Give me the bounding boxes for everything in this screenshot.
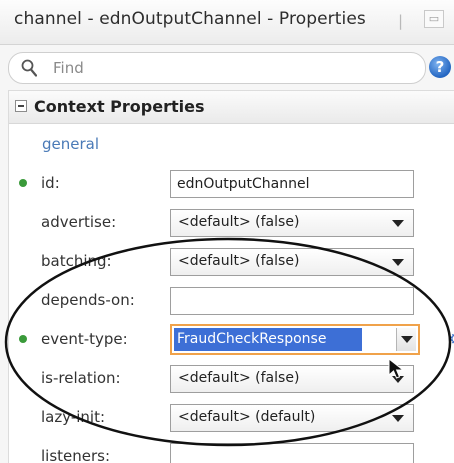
batching-select-value: <default> (false)	[178, 253, 300, 269]
depends-on-field[interactable]	[170, 287, 414, 315]
dropdown-arrow-icon	[392, 220, 404, 227]
help-icon[interactable]: ?	[429, 56, 451, 78]
event-type-dropdown-button[interactable]	[396, 328, 416, 351]
window-title: channel - ednOutputChannel - Properties	[14, 9, 366, 29]
required-indicator-icon	[19, 335, 27, 343]
properties-content: Context Properties general id: advertise…	[8, 90, 454, 463]
property-row-lazy-init: lazy-init: <default> (default)	[9, 401, 454, 435]
lazy-init-select-value: <default> (default)	[178, 409, 316, 425]
section-header-context-properties[interactable]: Context Properties	[9, 91, 454, 124]
property-label-id: id:	[41, 174, 60, 192]
property-row-event-type: event-type: FraudCheckResponse ⚙	[9, 323, 454, 357]
section-title: Context Properties	[34, 97, 205, 116]
lazy-init-select[interactable]: <default> (default)	[170, 404, 414, 432]
listeners-field[interactable]	[170, 443, 414, 463]
batching-select[interactable]: <default> (false)	[170, 248, 414, 276]
property-label-depends-on: depends-on:	[41, 291, 135, 309]
dropdown-arrow-icon	[392, 415, 404, 422]
id-field[interactable]	[170, 170, 414, 198]
search-field[interactable]	[8, 52, 426, 84]
property-label-is-relation: is-relation:	[41, 369, 121, 387]
property-label-advertise: advertise:	[41, 213, 117, 231]
is-relation-select[interactable]: <default> (false)	[170, 365, 414, 393]
dropdown-arrow-icon	[401, 336, 413, 343]
collapse-toggle-icon[interactable]	[15, 100, 27, 112]
restore-window-button[interactable]: ▭	[424, 10, 444, 28]
event-type-selected-text[interactable]: FraudCheckResponse	[174, 328, 362, 351]
property-row-listeners: listeners:	[9, 440, 454, 463]
gear-icon[interactable]: ⚙	[449, 330, 454, 348]
property-label-batching: batching:	[41, 252, 112, 270]
property-row-id: id:	[9, 167, 454, 201]
required-indicator-icon	[19, 179, 27, 187]
property-label-lazy-init: lazy-init:	[41, 408, 106, 426]
search-icon	[21, 59, 37, 77]
mouse-cursor-icon	[388, 357, 405, 379]
group-label-general: general	[42, 135, 100, 153]
properties-panel: channel - ednOutputChannel - Properties …	[0, 0, 454, 463]
property-label-listeners: listeners:	[41, 447, 111, 463]
advertise-select-value: <default> (false)	[178, 214, 300, 230]
title-bar: channel - ednOutputChannel - Properties …	[0, 0, 454, 45]
property-label-event-type: event-type:	[41, 330, 128, 348]
property-row-advertise: advertise: <default> (false)	[9, 206, 454, 240]
dropdown-arrow-icon	[392, 259, 404, 266]
property-row-batching: batching: <default> (false)	[9, 245, 454, 279]
is-relation-select-value: <default> (false)	[178, 370, 300, 386]
advertise-select[interactable]: <default> (false)	[170, 209, 414, 237]
title-separator: |	[398, 12, 404, 30]
search-input[interactable]	[53, 57, 413, 79]
event-type-select[interactable]: FraudCheckResponse	[170, 324, 420, 355]
property-row-depends-on: depends-on:	[9, 284, 454, 318]
